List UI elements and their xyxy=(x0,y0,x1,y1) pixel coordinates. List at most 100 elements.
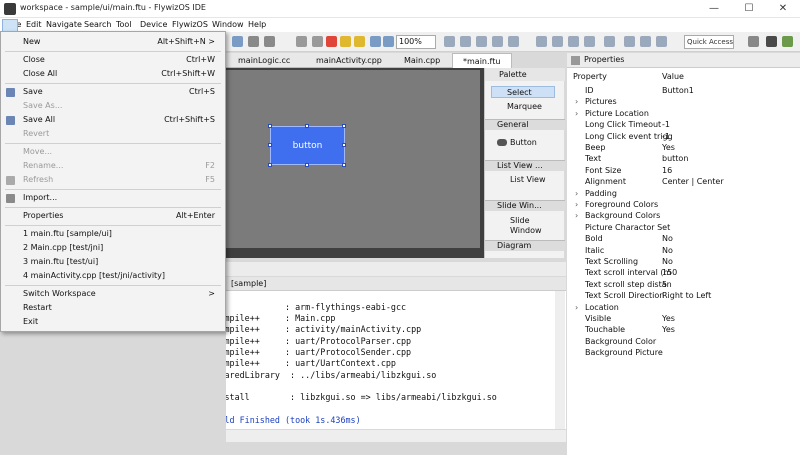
tool-icon[interactable] xyxy=(232,36,243,47)
file-menu-item[interactable]: 3 main.ftu [test/ui] xyxy=(1,255,225,269)
palette-button[interactable]: Button xyxy=(510,138,537,147)
align-icon[interactable] xyxy=(476,36,487,47)
console-hscrollbar[interactable] xyxy=(226,430,566,442)
property-value[interactable]: Yes xyxy=(662,142,675,153)
file-menu-item[interactable]: Exit xyxy=(1,315,225,329)
property-row[interactable]: Long Click Timeout -1 xyxy=(567,119,800,130)
menu-flywizos[interactable]: FlywizOS xyxy=(168,19,212,31)
property-row[interactable]: Text Scrolling No xyxy=(567,256,800,267)
paste-icon[interactable] xyxy=(312,36,323,47)
quick-access-input[interactable]: Quick Access xyxy=(684,35,734,49)
minimize-button[interactable]: — xyxy=(697,0,731,18)
file-menu-item[interactable]: Import... xyxy=(1,191,225,205)
property-value[interactable]: Yes xyxy=(662,313,675,324)
palette-section-slide[interactable]: Slide Win... xyxy=(485,200,565,211)
file-menu-item[interactable]: Switch Workspace > xyxy=(1,287,225,301)
property-value[interactable]: -1 xyxy=(662,131,670,142)
property-value[interactable]: Button1 xyxy=(662,85,694,96)
property-value[interactable]: 16 xyxy=(662,165,672,176)
property-row[interactable]: › Pictures xyxy=(567,96,800,107)
resize-handle[interactable] xyxy=(268,143,272,147)
zoom-out-icon[interactable] xyxy=(383,36,394,47)
palette-section-listview[interactable]: List View ... xyxy=(485,160,565,171)
tool-icon[interactable] xyxy=(264,36,275,47)
layout-icon[interactable] xyxy=(568,36,579,47)
resize-handle[interactable] xyxy=(305,124,309,128)
file-menu-item[interactable]: Restart xyxy=(1,301,225,315)
property-value[interactable]: Center | Center xyxy=(662,176,724,187)
file-menu-item[interactable]: Close Ctrl+W xyxy=(1,53,225,67)
align-icon[interactable] xyxy=(492,36,503,47)
property-row[interactable]: › Padding xyxy=(567,188,800,199)
expand-caret-icon[interactable]: › xyxy=(575,108,578,119)
maximize-button[interactable]: ☐ xyxy=(732,0,766,18)
expand-caret-icon[interactable]: › xyxy=(575,96,578,107)
editor-canvas[interactable] xyxy=(226,70,480,248)
layout-icon[interactable] xyxy=(656,36,667,47)
perspective-icon[interactable] xyxy=(766,36,777,47)
property-row[interactable]: Touchable Yes xyxy=(567,324,800,335)
delete-icon[interactable] xyxy=(326,36,337,47)
property-row[interactable]: › Background Colors xyxy=(567,210,800,221)
redo-icon[interactable] xyxy=(354,36,365,47)
resize-handle[interactable] xyxy=(305,163,309,167)
align-icon[interactable] xyxy=(508,36,519,47)
properties-title[interactable]: Properties xyxy=(584,55,624,64)
resize-handle[interactable] xyxy=(342,143,346,147)
property-value[interactable]: button xyxy=(662,153,688,164)
palette-slide-window[interactable]: Slide Window xyxy=(510,216,550,236)
property-value[interactable]: -1 xyxy=(662,119,670,130)
copy-icon[interactable] xyxy=(296,36,307,47)
file-menu-item[interactable]: Save All Ctrl+Shift+S xyxy=(1,113,225,127)
palette-section-diagram[interactable]: Diagram xyxy=(485,240,565,251)
property-value[interactable]: Right to Left xyxy=(662,290,711,301)
resize-handle[interactable] xyxy=(342,163,346,167)
close-button[interactable]: ✕ xyxy=(766,0,800,18)
property-row[interactable]: Background Color xyxy=(567,336,800,347)
layout-icon[interactable] xyxy=(536,36,547,47)
file-menu-item[interactable]: 4 mainActivity.cpp [test/jni/activity] xyxy=(1,269,225,283)
zoom-in-icon[interactable] xyxy=(370,36,381,47)
property-row[interactable]: Text scroll interval (m 150 xyxy=(567,267,800,278)
menu-search[interactable]: Search xyxy=(80,19,115,31)
property-row[interactable]: ID Button1 xyxy=(567,85,800,96)
tab-main-ftu[interactable]: *main.ftu xyxy=(452,53,512,68)
property-row[interactable]: Visible Yes xyxy=(567,313,800,324)
property-value[interactable]: No xyxy=(662,256,673,267)
property-value[interactable]: Yes xyxy=(662,324,675,335)
property-value[interactable]: 5 xyxy=(662,279,667,290)
property-row[interactable]: › Location xyxy=(567,302,800,313)
property-row[interactable]: Long Click event trigg -1 xyxy=(567,131,800,142)
property-row[interactable]: › Picture Location xyxy=(567,108,800,119)
palette-section-general[interactable]: General xyxy=(485,119,565,130)
undo-icon[interactable] xyxy=(340,36,351,47)
perspective-icon[interactable] xyxy=(782,36,793,47)
resize-handle[interactable] xyxy=(342,124,346,128)
resize-handle[interactable] xyxy=(268,124,272,128)
property-value[interactable]: 150 xyxy=(662,267,677,278)
menu-device[interactable]: Device xyxy=(136,19,171,31)
property-row[interactable]: › Foreground Colors xyxy=(567,199,800,210)
property-row[interactable]: Background Picture xyxy=(567,347,800,358)
file-menu-item[interactable]: Properties Alt+Enter xyxy=(1,209,225,223)
property-row[interactable]: Alignment Center | Center xyxy=(567,176,800,187)
layout-icon[interactable] xyxy=(640,36,651,47)
canvas-button-element[interactable]: button xyxy=(270,126,345,165)
menu-tool[interactable]: Tool xyxy=(112,19,136,31)
expand-caret-icon[interactable]: › xyxy=(575,210,578,221)
layout-icon[interactable] xyxy=(624,36,635,47)
expand-caret-icon[interactable]: › xyxy=(575,199,578,210)
tab-mainactivity[interactable]: mainActivity.cpp xyxy=(306,53,392,68)
console-output[interactable]: [armeabi] C : arm-flythings-eabi-gcc [ar… xyxy=(226,291,566,429)
property-row[interactable]: Italic No xyxy=(567,245,800,256)
layout-icon[interactable] xyxy=(552,36,563,47)
property-row[interactable]: Picture Charactor Set xyxy=(567,222,800,233)
layout-icon[interactable] xyxy=(584,36,595,47)
palette-select[interactable]: Select xyxy=(507,88,532,97)
tool-icon[interactable] xyxy=(248,36,259,47)
file-menu-item[interactable]: Close All Ctrl+Shift+W xyxy=(1,67,225,81)
file-menu-item[interactable]: 1 main.ftu [sample/ui] xyxy=(1,227,225,241)
property-row[interactable]: Text Scroll Direction Right to Left xyxy=(567,290,800,301)
file-menu-item[interactable]: New Alt+Shift+N > xyxy=(1,35,225,49)
property-row[interactable]: Text scroll step distan 5 xyxy=(567,279,800,290)
